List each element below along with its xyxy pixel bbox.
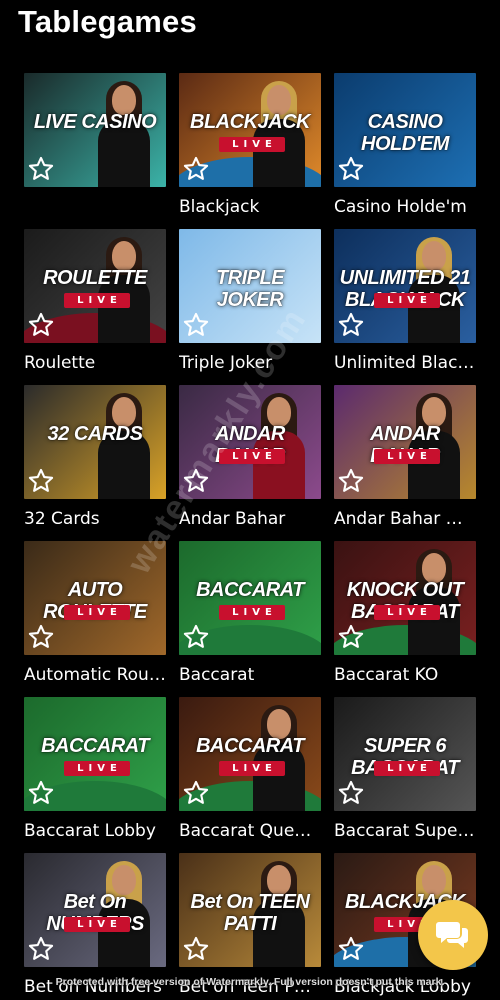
thumbnail-title: BACCARAT [196,735,304,757]
dealer-figure [98,393,150,499]
game-thumbnail[interactable]: ANDAR BAHARLIVE [334,385,476,499]
game-thumbnail[interactable]: 32 CARDS [24,385,166,499]
game-name[interactable]: Andar Bahar [179,508,321,530]
favorite-star-icon[interactable] [27,935,55,963]
live-badge: LIVE [374,449,440,464]
live-badge: LIVE [374,605,440,620]
game-card[interactable]: BACCARAT LIVE Baccarat Queenco [179,697,321,853]
game-row: AUTO ROULETTELIVEAutomatic RouletteBACCA… [24,541,478,697]
live-badge: LIVE [219,761,285,776]
page-title: Tablegames [18,4,197,39]
favorite-star-icon[interactable] [337,779,365,807]
thumbnail-title: CASINO HOLD'EM [361,111,449,155]
game-card[interactable]: UNLIMITED 21 BLACKJACKLIVE Unlimited Blac… [334,229,476,385]
game-card[interactable]: BACCARAT LIVE Baccarat Lobby [24,697,166,853]
game-thumbnail[interactable]: ROULETTE LIVE [24,229,166,343]
favorite-star-icon[interactable] [182,623,210,651]
game-thumbnail[interactable]: CASINO HOLD'EM [334,73,476,187]
game-thumbnail[interactable]: BLACKJACK LIVE [179,73,321,187]
game-name[interactable]: Baccarat KO [334,664,476,686]
game-card[interactable]: CASINO HOLD'EM Casino Holde'm [334,73,476,229]
game-thumbnail[interactable]: Bet On TEEN PATTI [179,853,321,967]
dealer-figure [253,81,305,187]
game-thumbnail[interactable]: LIVE CASINO [24,73,166,187]
favorite-star-icon[interactable] [27,155,55,183]
live-badge: LIVE [219,605,285,620]
page-header: Tablegames [18,0,197,44]
favorite-star-icon[interactable] [337,311,365,339]
game-card[interactable]: ANDAR BAHARLIVE Andar Bahar Oceans [334,385,476,541]
thumbnail-title: BACCARAT [196,579,304,601]
dealer-figure [253,705,305,811]
thumbnail-title: LIVE CASINO [33,111,157,133]
game-row: LIVE CASINO BLACKJACK LIVE Blackjack CASINO … [24,73,478,229]
favorite-star-icon[interactable] [182,311,210,339]
favorite-star-icon[interactable] [182,935,210,963]
thumbnail-title: TRIPLE JOKER [215,267,285,311]
game-thumbnail[interactable]: UNLIMITED 21 BLACKJACKLIVE [334,229,476,343]
thumbnail-title: BACCARAT [41,735,149,757]
game-name[interactable]: Andar Bahar Oceans [334,508,476,530]
favorite-star-icon[interactable] [337,467,365,495]
game-name[interactable]: Automatic Roulette [24,664,166,686]
favorite-star-icon[interactable] [337,155,365,183]
game-name[interactable]: Casino Holde'm [334,196,476,218]
live-badge: LIVE [374,761,440,776]
game-card[interactable]: KNOCK OUT BACCARATLIVE Baccarat KO [334,541,476,697]
watermark-footer: Protected with free version of Watermark… [55,976,445,988]
favorite-star-icon[interactable] [337,623,365,651]
game-thumbnail[interactable]: SUPER 6 BACCARATLIVE [334,697,476,811]
game-thumbnail[interactable]: BACCARAT LIVE [24,697,166,811]
live-badge: LIVE [64,605,130,620]
live-badge: LIVE [64,293,130,308]
game-card[interactable]: BACCARAT LIVE Baccarat [179,541,321,697]
game-card[interactable]: BLACKJACK LIVE Blackjack [179,73,321,229]
favorite-star-icon[interactable] [27,779,55,807]
thumbnail-title: BLACKJACK [190,111,310,133]
game-name[interactable]: Baccarat Super 6 [334,820,476,842]
live-badge: LIVE [219,137,285,152]
game-card[interactable]: 32 CARDS 32 Cards [24,385,166,541]
thumbnail-title: ROULETTE [43,267,147,289]
game-grid: LIVE CASINO BLACKJACK LIVE Blackjack CASINO … [24,73,478,1000]
game-name[interactable]: Baccarat [179,664,321,686]
favorite-star-icon[interactable] [182,779,210,807]
favorite-star-icon[interactable] [337,935,365,963]
thumbnail-title: 32 CARDS [47,423,143,445]
dealer-figure [98,81,150,187]
game-name[interactable]: Roulette [24,352,166,374]
favorite-star-icon[interactable] [27,311,55,339]
favorite-star-icon[interactable] [27,623,55,651]
game-card[interactable]: ROULETTE LIVE Roulette [24,229,166,385]
dealer-figure [98,237,150,343]
game-name[interactable]: Baccarat Queenco [179,820,321,842]
game-card[interactable]: LIVE CASINO [24,73,166,229]
game-card[interactable]: SUPER 6 BACCARATLIVE Baccarat Super 6 [334,697,476,853]
game-row: BACCARAT LIVE Baccarat Lobby BACCARAT LIVE Ba… [24,697,478,853]
game-thumbnail[interactable]: Bet On NUMBERSLIVE [24,853,166,967]
live-badge: LIVE [374,293,440,308]
game-name[interactable]: Unlimited Blackjack [334,352,476,374]
favorite-star-icon[interactable] [182,155,210,183]
thumbnail-title: Bet On TEEN PATTI [190,891,310,935]
game-thumbnail[interactable]: KNOCK OUT BACCARATLIVE [334,541,476,655]
chat-button[interactable] [418,900,488,970]
favorite-star-icon[interactable] [27,467,55,495]
game-thumbnail[interactable]: BACCARAT LIVE [179,697,321,811]
live-badge: LIVE [64,761,130,776]
game-name[interactable]: Blackjack [179,196,321,218]
live-badge: LIVE [64,917,130,932]
chat-bubbles-icon [436,922,468,948]
game-name[interactable]: Baccarat Lobby [24,820,166,842]
game-thumbnail[interactable]: BACCARAT LIVE [179,541,321,655]
